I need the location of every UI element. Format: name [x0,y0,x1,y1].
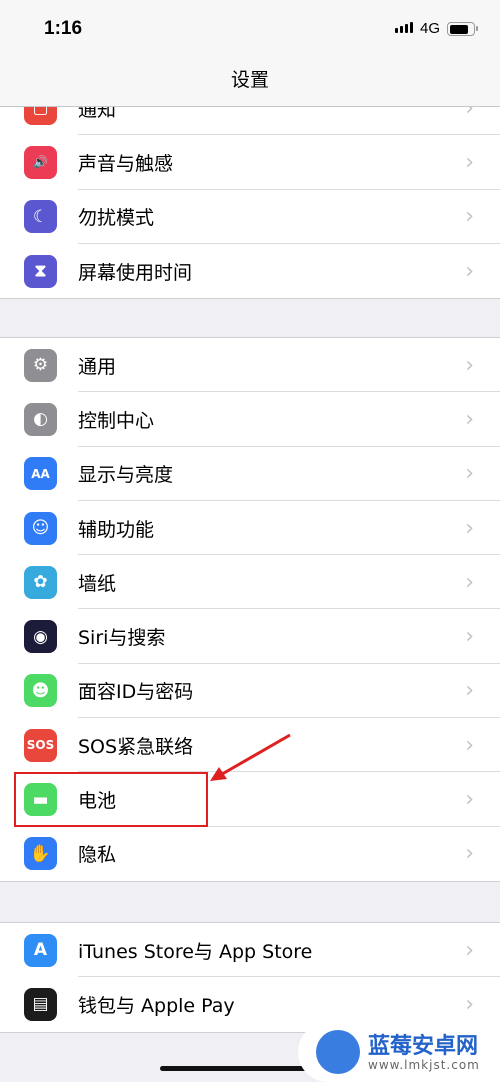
settings-row[interactable]: ✋ 隐私 › [0,827,500,881]
settings-row[interactable]: AiTunes Store与 App Store › [0,923,500,978]
chevron-right-icon: › [465,787,474,813]
app-store-icon: A [24,933,57,967]
accessibility-icon: ☺ [24,511,57,545]
chevron-right-icon: › [465,678,474,704]
settings-row[interactable]: ◉ Siri与搜索 › [0,609,500,664]
sos-icon: SOS [24,728,57,762]
settings-row-label: 屏幕使用时间 [78,261,193,284]
settings-row-label: 辅助功能 [78,518,155,541]
settings-row[interactable]: ☻ 面容ID与密码 › [0,664,500,719]
settings-row-label: SOS紧急联络 [78,735,194,758]
settings-row[interactable]: ⧗ 屏幕使用时间 › [0,244,500,298]
status-bar: 1:16 4G [0,0,500,60]
chevron-right-icon: › [465,258,474,284]
chevron-right-icon: › [465,991,474,1017]
settings-row-label: 通用 [78,355,117,378]
signal-icon [395,22,413,33]
settings-group-3: AiTunes Store与 App Store › ▤ 钱包与 Apple Pay › [0,922,500,1033]
settings-row-label: 墙纸 [78,572,117,595]
wallet-icon: ▤ [24,987,57,1021]
chevron-right-icon: › [465,732,474,758]
settings-row[interactable]: 🔊 声音与触感 › [0,135,500,190]
settings-row[interactable]: ☾ 勿扰模式 › [0,190,500,244]
nav-bar: 设置 [0,60,500,107]
settings-group-1: ▢ 通知 › 🔊 声音与触感 › ☾ 勿扰模式 › ⧗ 屏幕使用时间 › [0,80,500,300]
face-id-icon: ☻ [24,674,57,708]
chevron-right-icon: › [465,352,474,378]
watermark-name: 蓝莓安卓网 [368,1034,479,1059]
hand-icon: ✋ [24,837,57,871]
text-size-icon: AA [24,457,57,491]
settings-row[interactable]: ⚙ 通用 › [0,338,500,393]
settings-row-label: 显示与亮度 [78,464,174,487]
settings-row[interactable]: AA 显示与亮度 › [0,447,500,501]
battery-status-icon [447,22,478,36]
settings-row[interactable]: ◐ 控制中心 › [0,392,500,447]
network-type: 4G [420,20,441,37]
chevron-right-icon: › [465,624,474,650]
clock: 1:16 [44,18,83,39]
settings-row-label: 面容ID与密码 [78,681,194,704]
settings-row[interactable]: ✿ 墙纸 › [0,555,500,610]
android-logo-icon [316,1030,360,1074]
chevron-right-icon: › [465,204,474,230]
settings-row[interactable]: ☺ 辅助功能 › [0,501,500,556]
watermark-url: www.lmkjst.com [368,1058,480,1072]
chevron-right-icon: › [465,406,474,432]
settings-row-label: 钱包与 Apple Pay [78,994,235,1017]
highlight-box [14,772,208,827]
settings-row-label: 声音与触感 [78,152,174,175]
siri-icon: ◉ [24,620,57,654]
settings-row-label: 控制中心 [78,409,155,432]
settings-row-label: Siri与搜索 [78,627,166,650]
chevron-right-icon: › [465,461,474,487]
flower-icon: ✿ [24,565,57,599]
moon-icon: ☾ [24,200,57,234]
watermark: 蓝莓安卓网 www.lmkjst.com [298,1022,500,1082]
chevron-right-icon: › [465,149,474,175]
red-arrow-annotation [210,733,291,781]
chevron-right-icon: › [465,841,474,867]
hourglass-icon: ⧗ [24,254,57,288]
chevron-right-icon: › [465,937,474,963]
chevron-right-icon: › [465,569,474,595]
settings-row-label: iTunes Store与 App Store [78,940,313,963]
settings-row-label: 勿扰模式 [78,207,155,230]
speaker-icon: 🔊 [24,145,57,179]
chevron-right-icon: › [465,515,474,541]
page-title: 设置 [230,69,269,91]
settings-row-label: 隐私 [78,844,117,867]
toggles-icon: ◐ [24,402,57,436]
gear-icon: ⚙ [24,348,57,382]
